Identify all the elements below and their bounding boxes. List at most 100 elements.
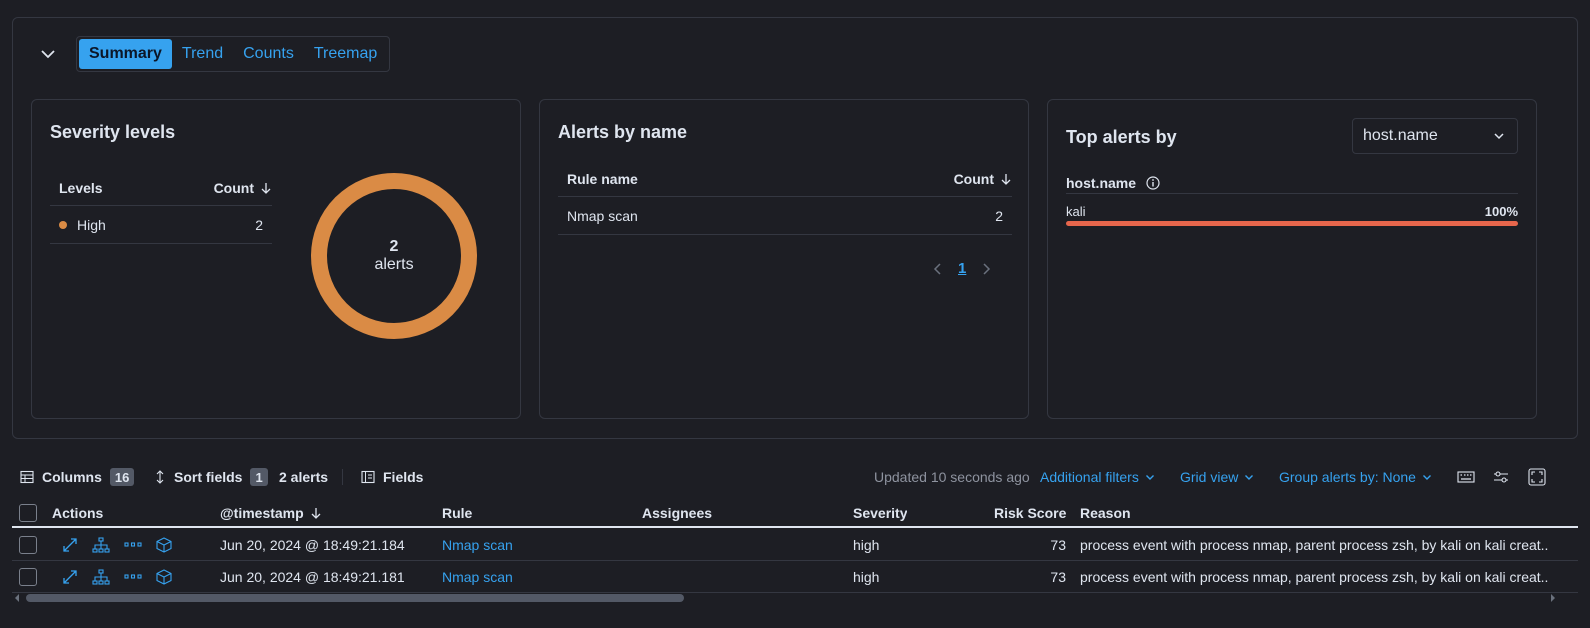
host-percent: 100% [1484,204,1518,219]
page-number[interactable]: 1 [958,260,966,277]
rule-name-cell[interactable]: Nmap scan [567,208,638,224]
row-checkbox[interactable] [19,567,37,586]
select-all-checkbox[interactable] [19,504,37,522]
top-alerts-title: Top alerts by [1066,127,1177,147]
alerts-table-toolbar: Columns 16 Sort fields 1 2 alerts Fields… [0,462,1590,492]
severity-level[interactable]: High [77,217,106,233]
additional-filters-button[interactable]: Additional filters [1040,462,1155,492]
top-alerts-field-header: host.name [1066,172,1518,194]
host-progress-bar [1066,221,1518,226]
select-value: host.name [1363,127,1438,144]
more-actions-icon[interactable] [124,573,142,581]
risk-score-cell: 73 [1050,536,1066,553]
severity-table: Levels Count High 2 [50,170,272,244]
expand-icon[interactable] [62,569,78,585]
info-icon[interactable] [1146,175,1160,190]
chevron-left-icon[interactable] [932,262,944,276]
alerts-table-header: Rule name Count [558,161,1012,197]
table-row: Jun 20, 2024 @ 18:49:21.184 Nmap scan hi… [12,529,1578,561]
reason-header[interactable]: Reason [1080,500,1131,526]
table-columns-icon [20,470,34,484]
chevron-down-icon [1494,133,1504,140]
columns-count-badge: 16 [109,468,135,486]
count-column-header[interactable]: Count [214,180,272,196]
tab-treemap[interactable]: Treemap [304,39,387,69]
analyze-tree-icon[interactable] [92,568,110,585]
alerts-by-name-title: Alerts by name [558,122,688,142]
rule-header[interactable]: Rule [442,500,472,526]
reason-cell: process event with process nmap, parent … [1080,536,1549,553]
sort-fields-button[interactable]: Sort fields 1 [154,462,268,492]
severity-levels-card: Severity levels Levels Count High 2 2 al… [31,99,521,419]
rule-link[interactable]: Nmap scan [442,529,513,560]
more-actions-icon[interactable] [124,541,142,549]
tab-counts[interactable]: Counts [233,39,304,69]
alerts-table-row: Nmap scan 2 [558,197,1012,235]
severity-cell: high [853,536,880,553]
tab-trend[interactable]: Trend [172,39,233,69]
timestamp-header[interactable]: @timestamp [220,500,322,526]
severity-dot-icon [59,220,67,229]
risk-score-header[interactable]: Risk Score [994,500,1066,526]
arrow-down-icon [261,182,271,194]
reason-cell: process event with process nmap, parent … [1080,568,1549,585]
keyboard-icon [1457,471,1475,483]
levels-column-header: Levels [59,179,103,196]
row-actions [62,561,172,592]
session-cube-icon[interactable] [156,536,172,553]
analyze-tree-icon[interactable] [92,536,110,553]
top-alerts-card: Top alerts by host.name host.name kali 1… [1047,99,1537,419]
timestamp-cell: Jun 20, 2024 @ 18:49:21.181 [220,568,405,585]
sort-count-badge: 1 [250,468,268,486]
horizontal-scrollbar[interactable] [12,592,1558,604]
group-alerts-by-button[interactable]: Group alerts by: None [1279,462,1432,492]
donut-text: alerts [374,256,414,273]
arrow-down-icon [311,508,321,519]
toolbar-divider [342,469,343,485]
collapse-toggle[interactable] [36,42,60,66]
rule-count-cell: 2 [995,207,1003,224]
row-actions [62,529,172,560]
scrollbar-thumb[interactable] [26,594,684,602]
chevron-down-icon [1245,475,1254,480]
list-icon [361,470,375,484]
scroll-left-icon[interactable] [14,594,20,602]
donut-center-label: 2 alerts [310,172,478,340]
count-column-header[interactable]: Count [954,171,1012,187]
field-header-label: host.name [1066,174,1137,191]
grid-view-button[interactable]: Grid view [1180,462,1254,492]
rule-name-column-header: Rule name [567,170,638,187]
fullscreen-button[interactable] [1528,462,1546,492]
severity-header[interactable]: Severity [853,500,907,526]
chevron-down-icon [1422,475,1431,480]
display-settings-button[interactable] [1493,462,1509,492]
grid-header-row: Actions @timestamp Rule Assignees Severi… [12,500,1578,528]
row-checkbox[interactable] [19,535,37,554]
alerts-by-name-table: Rule name Count Nmap scan 2 [558,161,1012,235]
rule-link[interactable]: Nmap scan [442,561,513,592]
scroll-right-icon[interactable] [1550,594,1556,602]
severity-levels-title: Severity levels [50,122,176,142]
chart-view-tabs: Summary Trend Counts Treemap [76,36,391,72]
settings-sliders-icon [1494,471,1508,483]
risk-score-cell: 73 [1050,568,1066,585]
timestamp-cell: Jun 20, 2024 @ 18:49:21.184 [220,536,405,553]
assignees-header[interactable]: Assignees [642,500,712,526]
chevron-right-icon[interactable] [980,262,992,276]
table-row: Jun 20, 2024 @ 18:49:21.181 Nmap scan hi… [12,561,1578,593]
arrow-down-icon [1001,173,1011,185]
pagination: 1 [932,260,992,277]
host-name-value[interactable]: kali [1066,204,1086,219]
expand-icon[interactable] [62,537,78,553]
keyboard-shortcuts-button[interactable] [1457,462,1475,492]
fullscreen-icon [1528,468,1546,486]
severity-table-header: Levels Count [50,170,272,206]
donut-count: 2 [389,238,399,255]
top-alerts-field-select[interactable]: host.name [1352,118,1518,154]
tab-summary[interactable]: Summary [79,39,172,69]
chevron-down-icon [1145,475,1154,480]
fields-button[interactable]: Fields [361,462,423,492]
columns-button[interactable]: Columns 16 [20,462,135,492]
alerts-by-name-card: Alerts by name Rule name Count Nmap scan… [539,99,1029,419]
session-cube-icon[interactable] [156,568,172,585]
